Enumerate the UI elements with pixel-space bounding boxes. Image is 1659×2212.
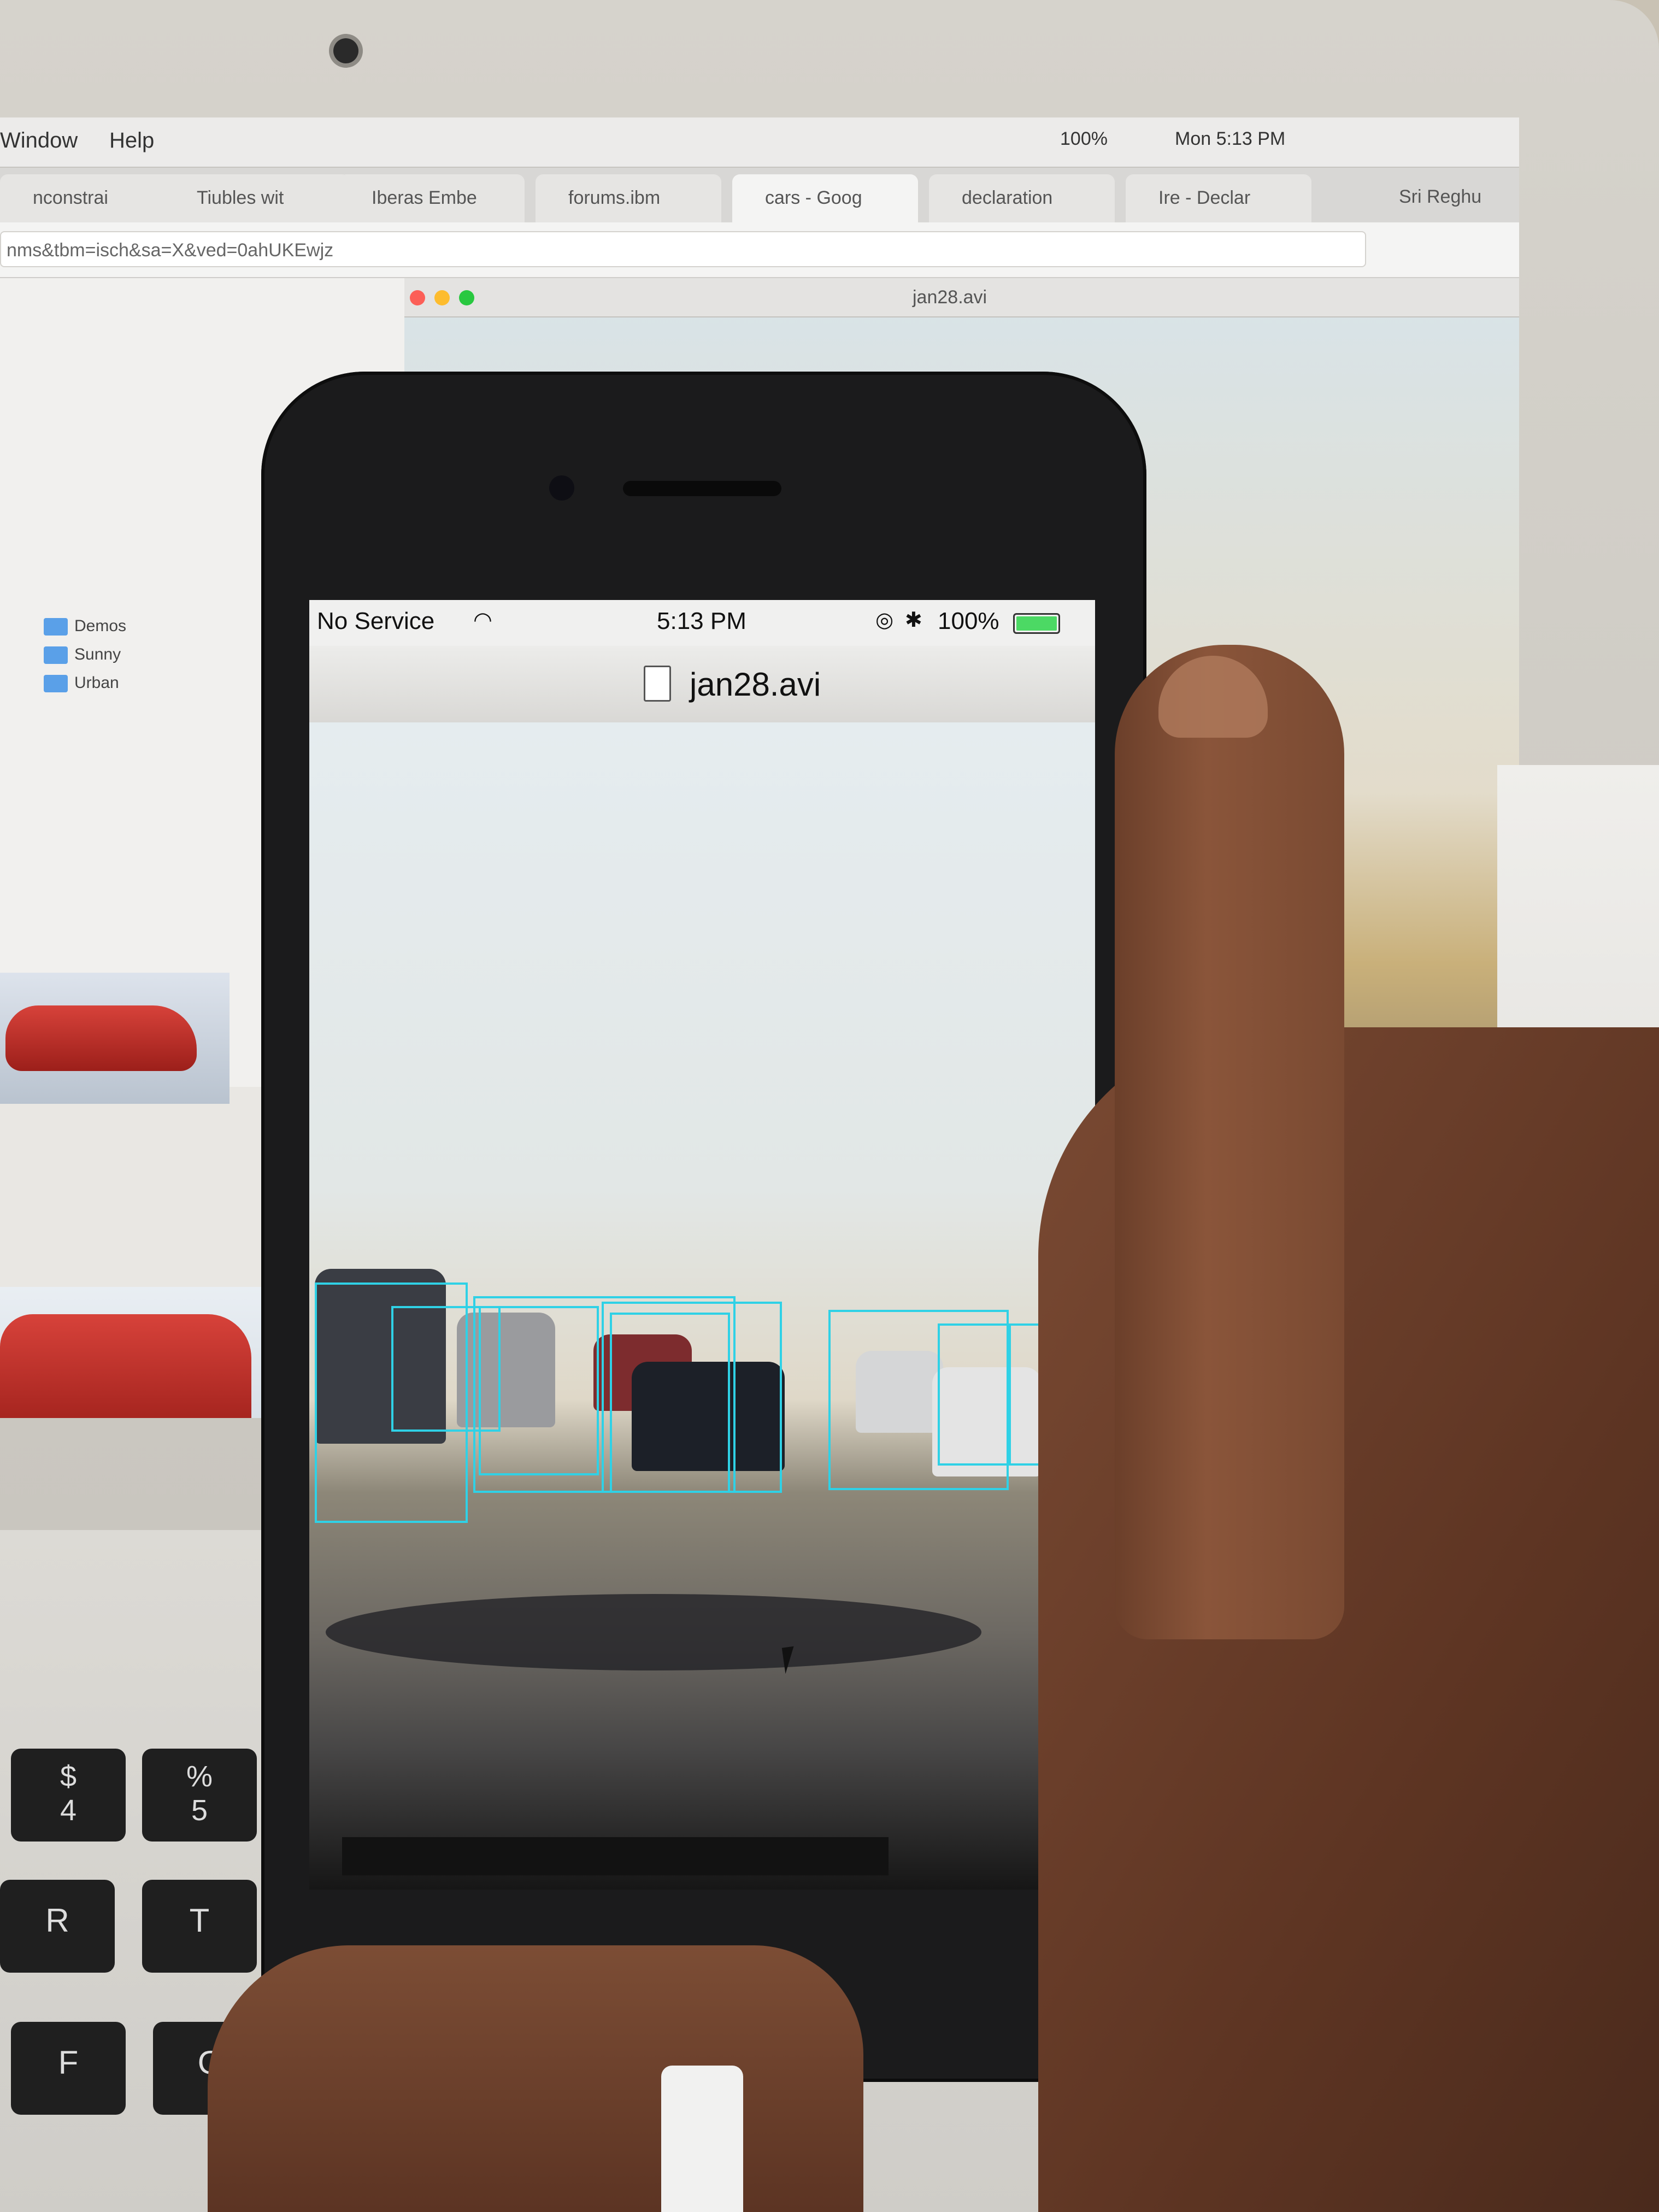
menubar-clock[interactable]: Mon 5:13 PM xyxy=(1175,128,1285,150)
lightning-cable xyxy=(661,2066,743,2212)
webcam xyxy=(333,38,358,63)
menu-help[interactable]: Help xyxy=(109,128,154,153)
browser-toolbar: nms&tbm=isch&sa=X&ved=0ahUKEwjz xyxy=(0,222,1519,278)
browser-tab[interactable]: Tiubles wit xyxy=(164,174,350,222)
detection-box xyxy=(479,1306,599,1475)
battery-icon xyxy=(1013,613,1060,634)
browser-profile-name[interactable]: Sri Reghu xyxy=(1399,186,1481,208)
mac-menubar: Window Help 100% Mon 5:13 PM xyxy=(0,117,1519,168)
desktop-image-thumbnail[interactable] xyxy=(0,1287,273,1418)
status-time: 5:13 PM xyxy=(657,608,746,634)
menubar-battery-text: 100% xyxy=(1060,128,1108,149)
finder-item[interactable]: Sunny xyxy=(44,645,186,667)
battery-percent: 100% xyxy=(938,608,999,634)
browser-tab[interactable]: Iberas Embe xyxy=(339,174,525,222)
finder-item[interactable]: Urban xyxy=(44,674,186,696)
video-title-bar: jan28.avi xyxy=(309,646,1095,723)
dashcam-video-frame xyxy=(309,722,1095,1890)
minimize-button[interactable] xyxy=(434,290,450,305)
video-window-titlebar: jan28.avi xyxy=(404,278,1519,317)
close-button[interactable] xyxy=(410,290,425,305)
menu-window[interactable]: Window xyxy=(0,128,78,153)
red-car-image xyxy=(5,1005,197,1071)
browser-tab[interactable]: declaration xyxy=(929,174,1115,222)
address-bar[interactable]: nms&tbm=isch&sa=X&ved=0ahUKEwjz xyxy=(0,231,1366,267)
earpiece-speaker xyxy=(623,481,781,496)
folder-icon xyxy=(44,618,68,636)
browser-tab-bar: nconstrai Tiubles wit Iberas Embe forums… xyxy=(0,168,1519,222)
finger xyxy=(208,1945,863,2212)
key-f[interactable]: F xyxy=(11,2022,126,2115)
battery-fill xyxy=(1016,616,1057,631)
folder-icon xyxy=(44,646,68,664)
key-5[interactable]: % 5 xyxy=(142,1749,257,1842)
browser-tab-active[interactable]: cars - Goog xyxy=(732,174,918,222)
browser-tab[interactable]: forums.ibm xyxy=(536,174,721,222)
key-4[interactable]: $ 4 xyxy=(11,1749,126,1842)
folder-icon xyxy=(44,675,68,693)
browser-tab[interactable]: nconstrai xyxy=(0,174,186,222)
key-r[interactable]: R xyxy=(0,1880,115,1973)
video-file-icon xyxy=(644,666,671,702)
phone-screen: No Service ◠ 5:13 PM ◎ ✱ 100% jan28.avi xyxy=(309,600,1095,1890)
front-camera xyxy=(549,475,574,501)
key-t[interactable]: T xyxy=(142,1880,257,1973)
dashboard-edge xyxy=(342,1837,889,1875)
video-window-title: jan28.avi xyxy=(913,287,987,308)
thumb xyxy=(1115,645,1344,1639)
video-title: jan28.avi xyxy=(690,666,821,703)
zoom-button[interactable] xyxy=(459,290,474,305)
wifi-icon: ◠ xyxy=(473,608,492,632)
bluetooth-icon: ✱ xyxy=(905,609,922,632)
ios-status-bar: No Service ◠ 5:13 PM ◎ ✱ 100% xyxy=(309,600,1095,646)
cartoon-car-image xyxy=(0,1314,251,1418)
browser-tab[interactable]: Ire - Declar xyxy=(1126,174,1311,222)
lock-rotation-icon: ◎ xyxy=(875,609,894,632)
desktop-image-thumbnail[interactable] xyxy=(0,973,230,1104)
finder-item[interactable]: Demos xyxy=(44,617,186,639)
road-shadow xyxy=(326,1594,981,1670)
carrier-status: No Service xyxy=(317,608,435,634)
detection-box xyxy=(610,1313,730,1493)
